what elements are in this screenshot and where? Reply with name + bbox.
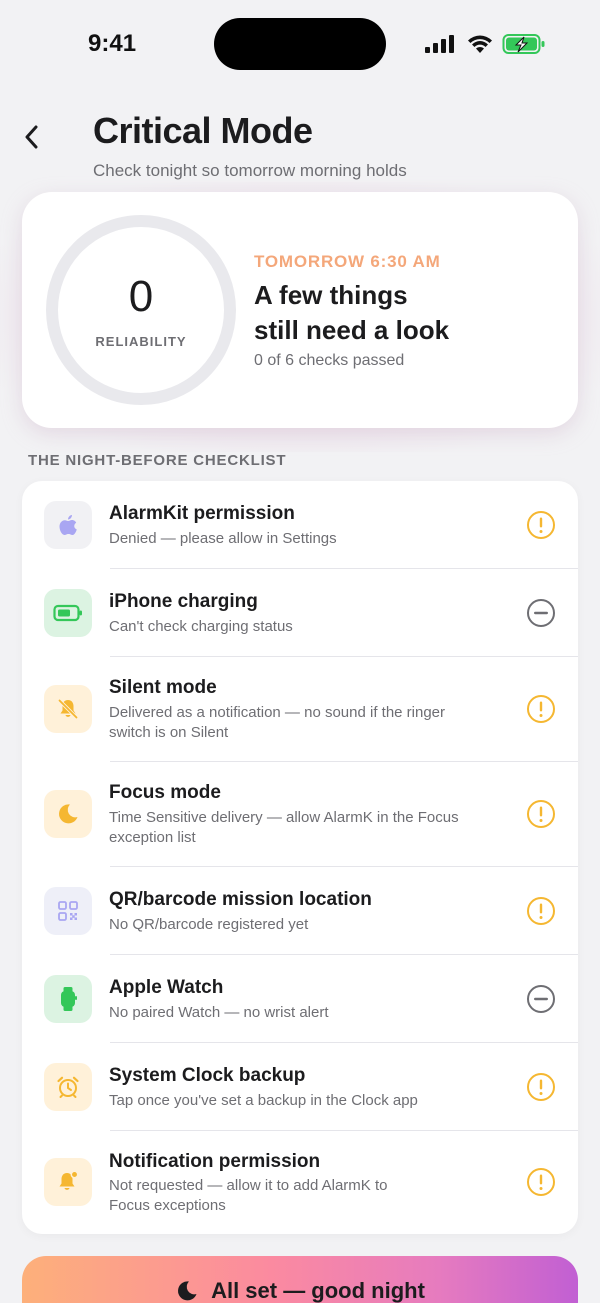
summary-headline: A few things still need a look — [254, 278, 554, 348]
warning-icon — [527, 1168, 555, 1196]
item-description: Tap once you've set a backup in the Cloc… — [109, 1091, 509, 1111]
headline-line-1: A few things — [254, 280, 408, 310]
item-description: Denied — please allow in Settings — [109, 529, 509, 549]
checklist-item-system-clock-backup[interactable]: System Clock backup Tap once you've set … — [22, 1043, 578, 1131]
checklist-item-silent-mode[interactable]: Silent mode Delivered as a notification … — [22, 657, 578, 762]
moon-icon — [44, 790, 92, 838]
item-title: QR/barcode mission location — [109, 889, 372, 910]
item-description-line: Tap once you've set a backup in the Cloc… — [109, 1092, 418, 1109]
battery-icon — [44, 589, 92, 637]
reliability-label: RELIABILITY — [95, 334, 187, 349]
checklist-item-alarmkit-permission[interactable]: AlarmKit permission Denied — please allo… — [22, 481, 578, 569]
item-title: Notification permission — [109, 1151, 321, 1172]
item-description-line: switch is on Silent — [109, 724, 229, 741]
checklist-item-focus-mode[interactable]: Focus mode Time Sensitive delivery — all… — [22, 762, 578, 867]
status-icons — [424, 30, 554, 58]
reliability-score: 0 — [128, 272, 154, 321]
item-description: Delivered as a notification — no sound i… — [109, 703, 509, 743]
cellular-signal-icon — [425, 35, 454, 53]
battery-charging-icon — [502, 34, 545, 54]
warning-icon — [527, 800, 555, 828]
checklist-item-qr-barcode-mission[interactable]: QR/barcode mission location No QR/barcod… — [22, 867, 578, 955]
alarm-time: TOMORROW 6:30 AM — [254, 252, 441, 271]
item-description-line: No QR/barcode registered yet — [109, 916, 309, 933]
item-description: Can't check charging status — [109, 617, 509, 637]
moon-icon — [178, 1281, 197, 1301]
good-night-button-content: All set — good night — [175, 1278, 425, 1303]
bell-slash-icon — [44, 685, 92, 733]
chevron-left-icon — [25, 125, 38, 149]
dynamic-island — [214, 18, 386, 70]
item-title: Silent mode — [109, 677, 217, 698]
status-bar: 9:41 — [0, 0, 600, 90]
item-description-line: Not requested — allow it to add AlarmK t… — [109, 1177, 388, 1194]
checklist-item-iphone-charging[interactable]: iPhone charging Can't check charging sta… — [22, 569, 578, 657]
item-description-line: Can't check charging status — [109, 618, 293, 635]
item-description-line: Delivered as a notification — no sound i… — [109, 704, 446, 721]
page-subtitle: Check tonight so tomorrow morning holds — [93, 161, 407, 180]
checks-passed: 0 of 6 checks passed — [254, 352, 405, 369]
warning-icon — [527, 511, 555, 539]
checklist-item-notification-permission[interactable]: Notification permission Not requested — … — [22, 1131, 578, 1234]
status-time: 9:41 — [88, 30, 137, 57]
apple-icon — [44, 501, 92, 549]
item-description: Time Sensitive delivery — allow AlarmK i… — [109, 808, 509, 848]
item-description-line: exception list — [109, 829, 196, 846]
item-description: Not requested — allow it to add AlarmK t… — [109, 1176, 509, 1216]
qr-code-icon — [44, 887, 92, 935]
page-title: Critical Mode — [93, 110, 313, 151]
headline-line-2: still need a look — [254, 315, 450, 345]
minus-circle-icon — [527, 985, 555, 1013]
warning-icon — [527, 695, 555, 723]
item-description: No QR/barcode registered yet — [109, 915, 509, 935]
back-button[interactable] — [18, 120, 46, 154]
item-description-line: Denied — please allow in Settings — [109, 530, 337, 547]
alarm-clock-icon — [44, 1063, 92, 1111]
minus-circle-icon — [527, 599, 555, 627]
item-description-line: No paired Watch — no wrist alert — [109, 1004, 329, 1021]
item-title: Apple Watch — [109, 977, 224, 998]
item-description-line: Time Sensitive delivery — allow AlarmK i… — [109, 809, 459, 826]
good-night-button-label: All set — good night — [211, 1278, 425, 1303]
item-title: iPhone charging — [109, 591, 258, 612]
checklist: AlarmKit permission Denied — please allo… — [22, 481, 578, 1234]
bell-badge-icon — [44, 1158, 92, 1206]
item-description-line: Focus exceptions — [109, 1197, 226, 1214]
good-night-button[interactable]: All set — good night — [22, 1256, 578, 1303]
watch-icon — [44, 975, 92, 1023]
item-title: System Clock backup — [109, 1065, 306, 1086]
reliability-summary-card: 0 RELIABILITY TOMORROW 6:30 AM A few thi… — [22, 192, 578, 428]
wifi-icon — [468, 35, 492, 53]
warning-icon — [527, 1073, 555, 1101]
item-description: No paired Watch — no wrist alert — [109, 1003, 509, 1023]
checklist-item-apple-watch[interactable]: Apple Watch No paired Watch — no wrist a… — [22, 955, 578, 1043]
item-title: Focus mode — [109, 782, 221, 803]
item-title: AlarmKit permission — [109, 503, 295, 524]
section-header: THE NIGHT-BEFORE CHECKLIST — [28, 452, 287, 469]
warning-icon — [527, 897, 555, 925]
